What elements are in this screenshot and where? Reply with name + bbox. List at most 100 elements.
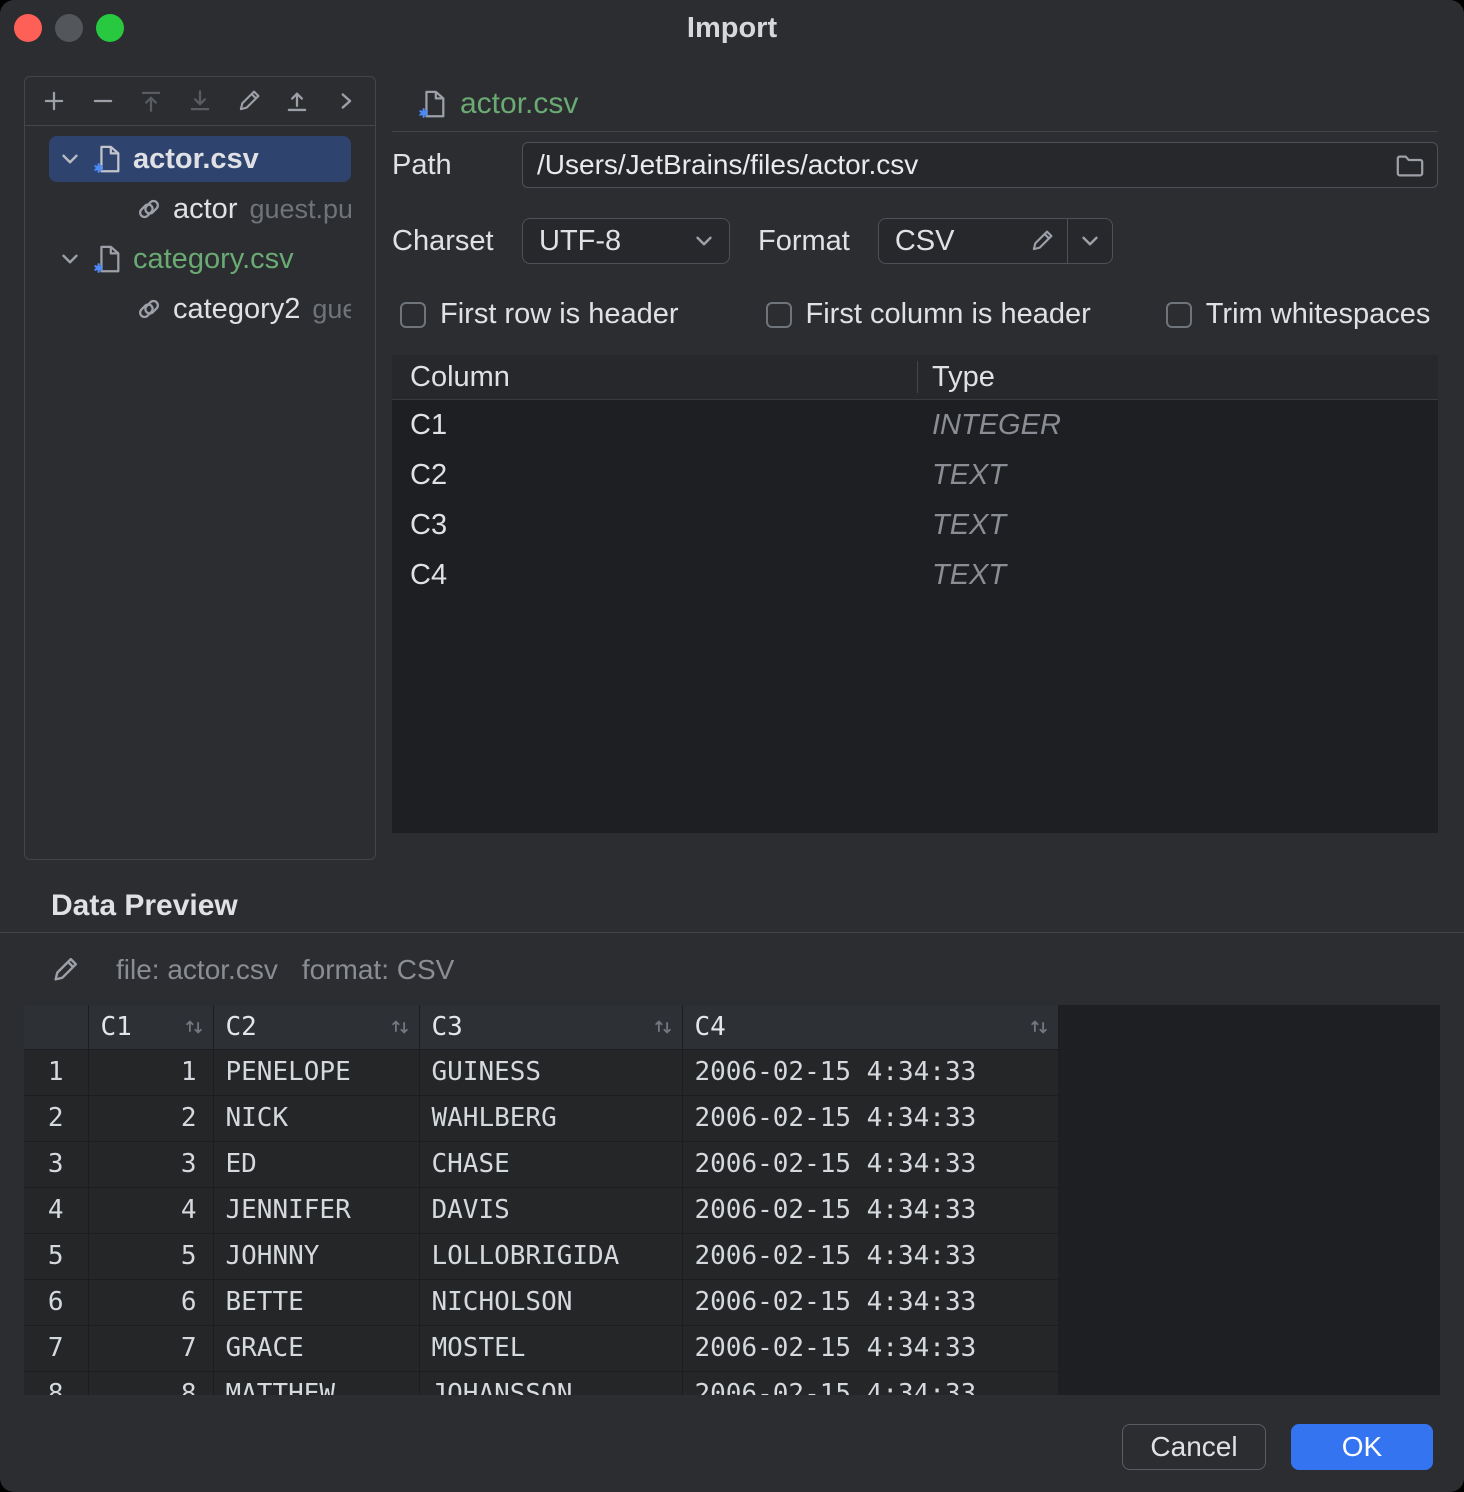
grid-cell[interactable]: JOHANSSON — [419, 1371, 682, 1395]
grid-cell[interactable]: BETTE — [213, 1279, 419, 1325]
grid-cell[interactable]: GUINESS — [419, 1049, 682, 1095]
preview-file-label: file: actor.csv — [116, 954, 278, 986]
expand-button[interactable] — [329, 84, 363, 118]
checkbox-box[interactable] — [1166, 302, 1192, 328]
ok-button[interactable]: OK — [1291, 1424, 1433, 1470]
row-number-cell[interactable]: 6 — [24, 1279, 88, 1325]
row-number-cell[interactable]: 5 — [24, 1233, 88, 1279]
grid-column-header[interactable]: C3 — [419, 1005, 682, 1049]
grid-column-header[interactable]: C2 — [213, 1005, 419, 1049]
tree-item-actor-mapping[interactable]: actor guest.publi — [49, 186, 351, 232]
close-window-button[interactable] — [14, 14, 42, 42]
row-number-cell[interactable]: 7 — [24, 1325, 88, 1371]
sort-icon[interactable] — [1028, 1016, 1050, 1038]
format-dropdown-button[interactable] — [1067, 218, 1113, 264]
add-button[interactable] — [37, 84, 71, 118]
grid-cell[interactable]: 2006-02-15 4:34:33 — [682, 1187, 1058, 1233]
sort-icon[interactable] — [652, 1016, 674, 1038]
sort-icon[interactable] — [389, 1016, 411, 1038]
data-preview-grid[interactable]: C1 C2 C3 C4 1 1 PENELOPE GUINESS 2006-02… — [24, 1005, 1440, 1395]
column-type[interactable]: TEXT — [917, 459, 1438, 492]
grid-cell[interactable]: 2006-02-15 4:34:33 — [682, 1279, 1058, 1325]
chevron-down-icon[interactable] — [57, 246, 83, 272]
format-value-box[interactable]: CSV — [878, 218, 1068, 264]
grid-cell[interactable]: 2006-02-15 4:34:33 — [682, 1233, 1058, 1279]
grid-cell[interactable]: 2006-02-15 4:34:33 — [682, 1095, 1058, 1141]
preview-grid-row: 6 6 BETTE NICHOLSON 2006-02-15 4:34:33 — [24, 1279, 1058, 1325]
folder-icon[interactable] — [1395, 150, 1425, 180]
first-column-header-checkbox[interactable]: First column is header — [766, 298, 1091, 331]
grid-cell[interactable]: GRACE — [213, 1325, 419, 1371]
grid-cell[interactable]: 3 — [88, 1141, 213, 1187]
grid-cell[interactable]: JENNIFER — [213, 1187, 419, 1233]
charset-select[interactable]: UTF-8 — [522, 218, 730, 264]
grid-cell[interactable]: LOLLOBRIGIDA — [419, 1233, 682, 1279]
grid-cell[interactable]: 2006-02-15 4:34:33 — [682, 1325, 1058, 1371]
grid-cell[interactable]: DAVIS — [419, 1187, 682, 1233]
grid-cell[interactable]: PENELOPE — [213, 1049, 419, 1095]
grid-cell[interactable]: 2006-02-15 4:34:33 — [682, 1371, 1058, 1395]
pencil-icon — [236, 88, 262, 114]
grid-cell[interactable]: JOHNNY — [213, 1233, 419, 1279]
grid-cell[interactable]: 2006-02-15 4:34:33 — [682, 1141, 1058, 1187]
remove-button[interactable] — [86, 84, 120, 118]
columns-table-body: C1 INTEGER C2 TEXT C3 TEXT C4 TEXT — [392, 400, 1438, 600]
column-name[interactable]: C3 — [392, 509, 917, 542]
columns-table-row[interactable]: C3 TEXT — [392, 500, 1438, 550]
grid-cell[interactable]: CHASE — [419, 1141, 682, 1187]
tree-item-category2-mapping[interactable]: category2 guest — [49, 286, 351, 332]
row-number-cell[interactable]: 2 — [24, 1095, 88, 1141]
tree-item-actor-csv[interactable]: actor.csv — [49, 136, 351, 182]
grid-cell[interactable]: 6 — [88, 1279, 213, 1325]
grid-cell[interactable]: 8 — [88, 1371, 213, 1395]
sort-icon[interactable] — [183, 1016, 205, 1038]
grid-cell[interactable]: 1 — [88, 1049, 213, 1095]
columns-table-row[interactable]: C2 TEXT — [392, 450, 1438, 500]
grid-cell[interactable]: WAHLBERG — [419, 1095, 682, 1141]
column-type[interactable]: TEXT — [917, 559, 1438, 592]
column-name[interactable]: C4 — [392, 559, 917, 592]
charset-format-row: Charset UTF-8 Format CSV — [392, 218, 1438, 264]
move-to-bottom-button[interactable] — [183, 84, 217, 118]
tree-item-label: actor — [173, 193, 237, 226]
grid-cell[interactable]: ED — [213, 1141, 419, 1187]
grid-cell[interactable]: MATTHEW — [213, 1371, 419, 1395]
zoom-window-button[interactable] — [96, 14, 124, 42]
chevron-down-icon[interactable] — [57, 146, 83, 172]
grid-cell[interactable]: 2 — [88, 1095, 213, 1141]
path-input[interactable]: /Users/JetBrains/files/actor.csv — [522, 142, 1438, 188]
column-name[interactable]: C1 — [392, 409, 917, 442]
row-number-cell[interactable]: 3 — [24, 1141, 88, 1187]
grid-column-header[interactable]: C4 — [682, 1005, 1058, 1049]
grid-cell[interactable]: 5 — [88, 1233, 213, 1279]
grid-cell[interactable]: MOSTEL — [419, 1325, 682, 1371]
minimize-window-button[interactable] — [55, 14, 83, 42]
grid-column-header[interactable]: C1 — [88, 1005, 213, 1049]
tree-item-category-csv[interactable]: category.csv — [49, 236, 351, 282]
first-row-header-checkbox[interactable]: First row is header — [400, 298, 679, 331]
pencil-icon[interactable] — [1029, 228, 1055, 254]
columns-table-row[interactable]: C1 INTEGER — [392, 400, 1438, 450]
grid-cell[interactable]: 2006-02-15 4:34:33 — [682, 1049, 1058, 1095]
row-number-cell[interactable]: 4 — [24, 1187, 88, 1233]
row-number-cell[interactable]: 1 — [24, 1049, 88, 1095]
column-type[interactable]: TEXT — [917, 509, 1438, 542]
cancel-button[interactable]: Cancel — [1122, 1424, 1266, 1470]
edit-button[interactable] — [232, 84, 266, 118]
trim-whitespaces-checkbox[interactable]: Trim whitespaces — [1166, 298, 1431, 331]
column-type[interactable]: INTEGER — [917, 409, 1438, 442]
grid-cell[interactable]: 7 — [88, 1325, 213, 1371]
export-button[interactable] — [280, 84, 314, 118]
grid-cell[interactable]: NICHOLSON — [419, 1279, 682, 1325]
row-number-cell[interactable]: 8 — [24, 1371, 88, 1395]
preview-grid-row: 2 2 NICK WAHLBERG 2006-02-15 4:34:33 — [24, 1095, 1058, 1141]
move-to-top-button[interactable] — [134, 84, 168, 118]
column-name[interactable]: C2 — [392, 459, 917, 492]
checkbox-box[interactable] — [400, 302, 426, 328]
grid-cell[interactable]: NICK — [213, 1095, 419, 1141]
columns-table-row[interactable]: C4 TEXT — [392, 550, 1438, 600]
edit-icon[interactable] — [50, 955, 80, 985]
checkbox-box[interactable] — [766, 302, 792, 328]
import-dialog: Import actor.csv actor gu — [0, 0, 1464, 1492]
grid-cell[interactable]: 4 — [88, 1187, 213, 1233]
